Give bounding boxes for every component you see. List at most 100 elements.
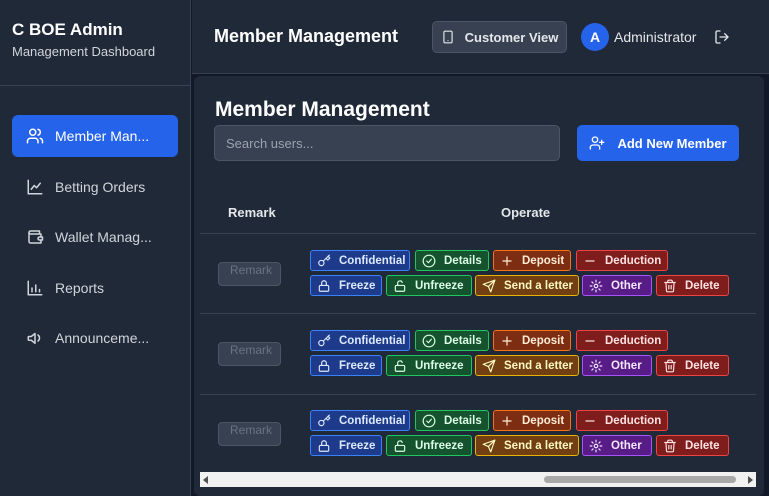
customer-view-button[interactable]: Customer View bbox=[432, 21, 567, 53]
sidebar-item-announcements[interactable]: Announceme... bbox=[12, 317, 178, 359]
check-circle-icon bbox=[422, 254, 436, 268]
key-icon bbox=[317, 254, 331, 268]
sidebar-item-label: Reports bbox=[55, 279, 105, 296]
other-button[interactable]: Other bbox=[582, 355, 652, 376]
remark-input[interactable]: Remark bbox=[218, 342, 281, 366]
button-label: Deduction bbox=[605, 334, 662, 347]
unlock-icon bbox=[393, 279, 407, 293]
deduction-button[interactable]: Deduction bbox=[576, 330, 668, 351]
table-row: Remark Confidential Details Deposit Dedu… bbox=[200, 315, 756, 395]
delete-button[interactable]: Delete bbox=[656, 355, 729, 376]
lock-icon bbox=[317, 279, 331, 293]
scroll-right-icon[interactable] bbox=[748, 476, 753, 484]
details-button[interactable]: Details bbox=[415, 410, 489, 431]
button-label: Other bbox=[611, 279, 642, 292]
minus-icon bbox=[583, 334, 597, 348]
key-icon bbox=[317, 334, 331, 348]
trash-icon bbox=[663, 439, 677, 453]
sidebar-item-label: Wallet Manag... bbox=[55, 229, 152, 245]
details-button[interactable]: Details bbox=[415, 250, 489, 271]
column-header-remark: Remark bbox=[228, 205, 276, 220]
button-label: Confidential bbox=[339, 334, 406, 347]
remark-input[interactable]: Remark bbox=[218, 422, 281, 446]
scrollbar-thumb[interactable] bbox=[544, 476, 736, 483]
page-title: Member Management bbox=[215, 98, 430, 121]
deposit-button[interactable]: Deposit bbox=[493, 410, 571, 431]
send-letter-button[interactable]: Send a letter bbox=[475, 355, 579, 376]
wallet-icon bbox=[26, 228, 44, 246]
confidential-button[interactable]: Confidential bbox=[310, 330, 410, 351]
button-label: Send a letter bbox=[504, 279, 574, 292]
button-label: Deposit bbox=[522, 254, 565, 267]
confidential-button[interactable]: Confidential bbox=[310, 250, 410, 271]
button-label: Send a letter bbox=[504, 439, 574, 452]
send-letter-button[interactable]: Send a letter bbox=[475, 275, 579, 296]
gear-icon bbox=[589, 439, 603, 453]
sidebar-item-wallet-management[interactable]: Wallet Manag... bbox=[12, 216, 178, 258]
button-label: Confidential bbox=[339, 414, 406, 427]
sidebar: C BOE Admin Management Dashboard Member … bbox=[0, 0, 191, 496]
avatar[interactable]: A bbox=[581, 23, 609, 51]
search-input[interactable] bbox=[214, 125, 560, 161]
deduction-button[interactable]: Deduction bbox=[576, 250, 668, 271]
button-label: Deposit bbox=[522, 414, 565, 427]
logout-icon[interactable] bbox=[714, 29, 730, 45]
button-label: Freeze bbox=[339, 439, 376, 452]
freeze-button[interactable]: Freeze bbox=[310, 275, 382, 296]
sidebar-item-member-management[interactable]: Member Man... bbox=[12, 115, 178, 157]
unfreeze-button[interactable]: Unfreeze bbox=[386, 435, 472, 456]
deposit-button[interactable]: Deposit bbox=[493, 330, 571, 351]
check-circle-icon bbox=[422, 334, 436, 348]
scroll-left-icon[interactable] bbox=[203, 476, 208, 484]
details-button[interactable]: Details bbox=[415, 330, 489, 351]
button-label: Unfreeze bbox=[415, 439, 464, 452]
button-label: Details bbox=[444, 254, 482, 267]
key-icon bbox=[317, 414, 331, 428]
column-header-operate: Operate bbox=[501, 205, 551, 220]
sidebar-item-betting-orders[interactable]: Betting Orders bbox=[12, 166, 178, 208]
megaphone-icon bbox=[26, 329, 44, 347]
other-button[interactable]: Other bbox=[582, 275, 652, 296]
horizontal-scrollbar[interactable] bbox=[200, 472, 756, 487]
minus-icon bbox=[583, 254, 597, 268]
gear-icon bbox=[589, 279, 603, 293]
lock-icon bbox=[317, 359, 331, 373]
brand-subtitle: Management Dashboard bbox=[12, 44, 156, 59]
send-letter-button[interactable]: Send a letter bbox=[475, 435, 579, 456]
button-label: Unfreeze bbox=[415, 359, 464, 372]
remark-input[interactable]: Remark bbox=[218, 262, 281, 286]
sidebar-item-label: Member Man... bbox=[55, 128, 150, 144]
sidebar-item-label: Betting Orders bbox=[55, 178, 146, 195]
table-row: Remark Confidential Details Deposit Dedu… bbox=[200, 234, 756, 314]
gear-icon bbox=[589, 359, 603, 373]
top-header: Member Management Customer View A Admini… bbox=[192, 0, 769, 74]
trash-icon bbox=[663, 359, 677, 373]
freeze-button[interactable]: Freeze bbox=[310, 435, 382, 456]
send-icon bbox=[482, 359, 496, 373]
deposit-button[interactable]: Deposit bbox=[493, 250, 571, 271]
other-button[interactable]: Other bbox=[582, 435, 652, 456]
button-label: Delete bbox=[685, 439, 720, 452]
sidebar-item-reports[interactable]: Reports bbox=[12, 267, 178, 309]
user-name: Administrator bbox=[614, 29, 697, 45]
header-title: Member Management bbox=[214, 26, 399, 46]
button-label: Send a letter bbox=[504, 359, 574, 372]
freeze-button[interactable]: Freeze bbox=[310, 355, 382, 376]
unfreeze-button[interactable]: Unfreeze bbox=[386, 275, 472, 296]
bar-chart-icon bbox=[26, 279, 44, 297]
delete-button[interactable]: Delete bbox=[656, 435, 729, 456]
button-label: Other bbox=[611, 359, 642, 372]
button-label: Details bbox=[444, 414, 482, 427]
lock-icon bbox=[317, 439, 331, 453]
users-icon bbox=[26, 127, 44, 145]
unlock-icon bbox=[393, 359, 407, 373]
sidebar-item-label: Announceme... bbox=[55, 330, 150, 346]
unlock-icon bbox=[393, 439, 407, 453]
add-new-member-button[interactable]: Add New Member bbox=[577, 125, 739, 161]
delete-button[interactable]: Delete bbox=[656, 275, 729, 296]
unfreeze-button[interactable]: Unfreeze bbox=[386, 355, 472, 376]
deduction-button[interactable]: Deduction bbox=[576, 410, 668, 431]
button-label: Deduction bbox=[605, 254, 662, 267]
smartphone-icon bbox=[441, 29, 455, 45]
confidential-button[interactable]: Confidential bbox=[310, 410, 410, 431]
